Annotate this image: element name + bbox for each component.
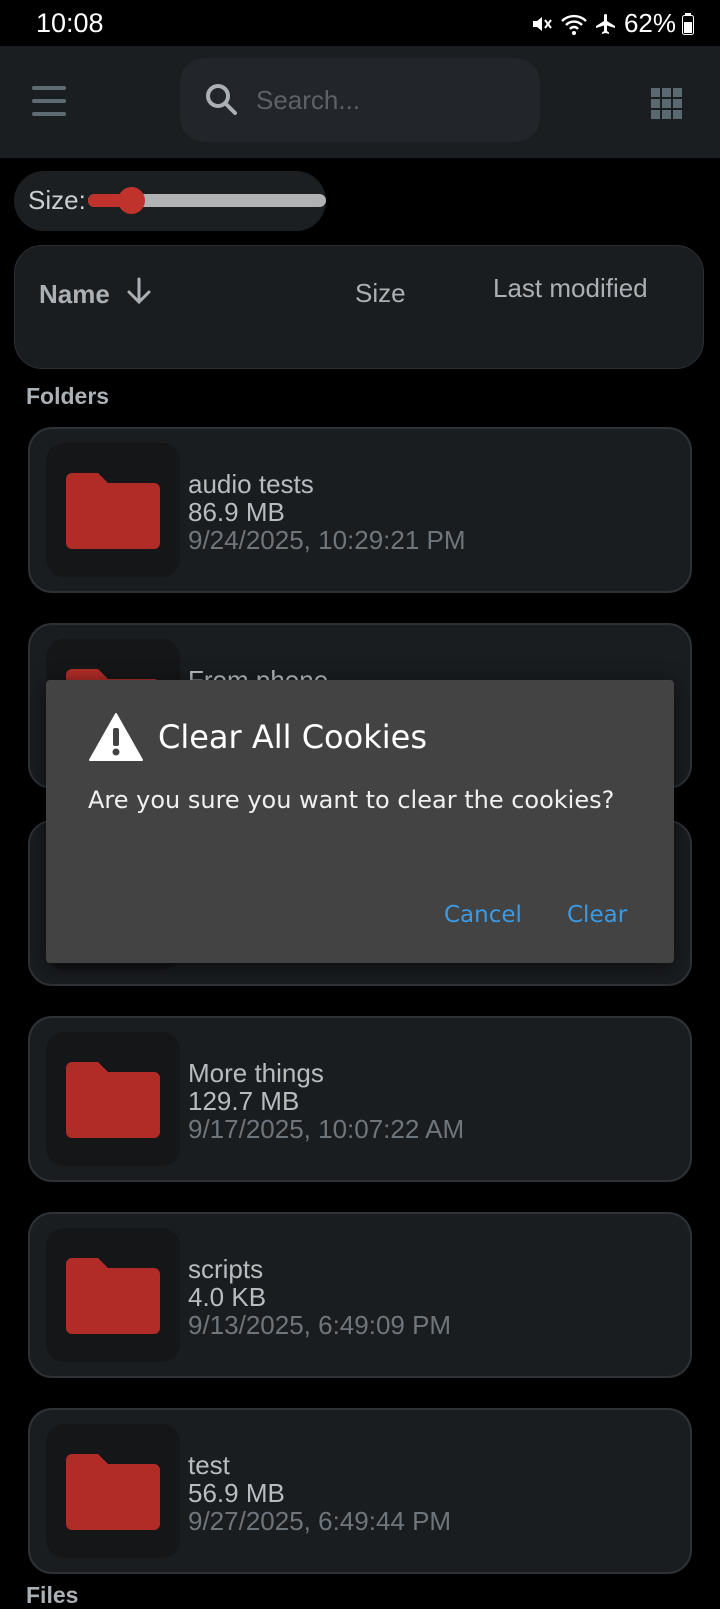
size-label: Size: [28, 185, 86, 215]
folder-row[interactable]: More things 129.7 MB 9/17/2025, 10:07:22… [28, 1016, 692, 1182]
folder-thumbnail [46, 1228, 180, 1362]
folder-thumbnail [46, 1424, 180, 1558]
wifi-icon [560, 12, 588, 36]
status-time: 10:08 [36, 8, 104, 38]
folder-modified: 9/13/2025, 6:49:09 PM [188, 1310, 452, 1340]
column-header: Name Size Last modified [14, 245, 704, 369]
cancel-button[interactable]: Cancel [444, 902, 522, 928]
status-bar: 10:08 62% [0, 0, 720, 46]
app-bar [0, 46, 720, 158]
folder-thumbnail [46, 1032, 180, 1166]
folder-size: 4.0 KB [188, 1282, 267, 1312]
folder-name: audio tests [188, 469, 314, 499]
folder-name: More things [188, 1058, 324, 1088]
search-icon [204, 82, 238, 121]
search-box[interactable] [180, 58, 540, 142]
arrow-down-icon [124, 276, 154, 313]
folder-name: test [188, 1450, 230, 1480]
folder-icon [66, 1062, 160, 1138]
battery-icon [682, 12, 694, 35]
folders-section-label: Folders [26, 383, 110, 409]
folder-size: 86.9 MB [188, 497, 285, 527]
folder-thumbnail [46, 443, 180, 577]
search-input[interactable] [254, 76, 528, 124]
hamburger-menu-icon[interactable] [32, 86, 66, 116]
sort-by-name[interactable]: Name [39, 276, 154, 313]
status-icons: 62% [530, 8, 694, 39]
folder-row[interactable]: audio tests 86.9 MB 9/24/2025, 10:29:21 … [28, 427, 692, 593]
dialog-message: Are you sure you want to clear the cooki… [88, 786, 615, 814]
column-last-modified-label[interactable]: Last modified [493, 273, 648, 304]
folder-row[interactable]: test 56.9 MB 9/27/2025, 6:49:44 PM [28, 1408, 692, 1574]
folder-modified: 9/24/2025, 10:29:21 PM [188, 525, 466, 555]
grid-view-icon[interactable] [651, 88, 682, 119]
folder-size: 56.9 MB [188, 1478, 285, 1508]
column-size-label[interactable]: Size [355, 278, 406, 309]
folder-icon [66, 473, 160, 549]
folder-modified: 9/27/2025, 6:49:44 PM [188, 1506, 452, 1536]
files-section-label: Files [26, 1582, 79, 1608]
folder-icon [66, 1454, 160, 1530]
airplane-icon [594, 12, 618, 36]
folder-modified: 9/17/2025, 10:07:22 AM [188, 1114, 465, 1144]
folder-name: scripts [188, 1254, 264, 1284]
folder-row[interactable]: scripts 4.0 KB 9/13/2025, 6:49:09 PM [28, 1212, 692, 1378]
battery-percent: 62% [623, 8, 676, 38]
dialog-title: Clear All Cookies [158, 718, 427, 756]
size-slider-thumb[interactable] [117, 187, 145, 214]
folder-icon [66, 1258, 160, 1334]
size-slider[interactable] [88, 187, 326, 214]
folder-size: 129.7 MB [188, 1086, 300, 1116]
clear-button[interactable]: Clear [567, 902, 627, 928]
clear-cookies-dialog: Clear All Cookies Are you sure you want … [46, 680, 674, 963]
column-name-label: Name [39, 279, 110, 309]
size-control: Size: [14, 171, 326, 231]
warning-icon [88, 712, 144, 767]
mute-icon [530, 12, 554, 36]
